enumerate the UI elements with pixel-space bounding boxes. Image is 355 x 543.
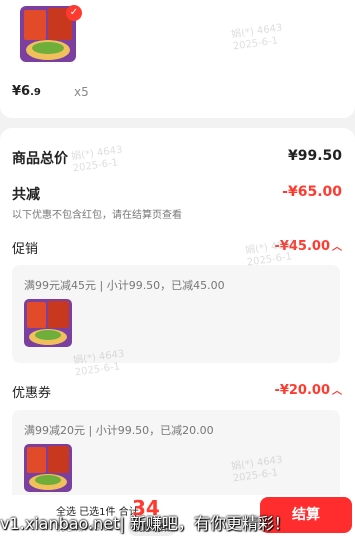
total-label: 商品总价: [12, 151, 68, 167]
coupon-label: 优惠券: [12, 386, 52, 401]
watermark: 娟(*) 4643 2025-6-1: [230, 22, 284, 53]
item-price: ¥6.9: [12, 84, 41, 99]
chevron-up-icon: ︿: [332, 242, 342, 253]
promo-product-thumbnail: [24, 299, 72, 347]
promo-row[interactable]: 促销 -¥45.00 ︿: [12, 238, 342, 257]
selected-check-icon[interactable]: ✓: [66, 5, 82, 21]
coupon-row[interactable]: 优惠券 -¥20.00 ︿: [12, 382, 342, 401]
discount-value: -¥65.00: [282, 184, 342, 200]
promo-detail-text: 满99元减45元 | 小计99.50，已减45.00: [24, 279, 225, 292]
product-card: ✓ ¥6.9 x5 娟(*) 4643 2025-6-1: [0, 0, 355, 118]
price-summary-card: 商品总价 ¥99.50 共减 -¥65.00 以下优惠不包含红包，请在结算页查看…: [0, 128, 355, 543]
overlay-banner-text: v1.xianbao.net| 新赚吧，有你更精彩！: [0, 514, 290, 533]
coupon-detail-text: 满99减20元 | 小计99.50，已减20.00: [24, 424, 214, 437]
promo-label: 促销: [12, 242, 39, 257]
coupon-product-thumbnail: [24, 444, 72, 492]
total-value: ¥99.50: [287, 148, 342, 164]
discount-row: 共减 -¥65.00: [12, 184, 342, 204]
coupon-value[interactable]: -¥20.00 ︿: [274, 382, 342, 398]
promo-detail-panel: 满99元减45元 | 小计99.50，已减45.00: [12, 265, 340, 363]
item-quantity: x5: [74, 85, 89, 99]
discount-label: 共减: [12, 187, 40, 203]
discount-note: 以下优惠不包含红包，请在结算页查看: [12, 210, 182, 221]
promo-value[interactable]: -¥45.00 ︿: [274, 238, 342, 254]
total-row: 商品总价 ¥99.50: [12, 148, 342, 168]
chevron-up-icon: ︿: [332, 386, 342, 397]
